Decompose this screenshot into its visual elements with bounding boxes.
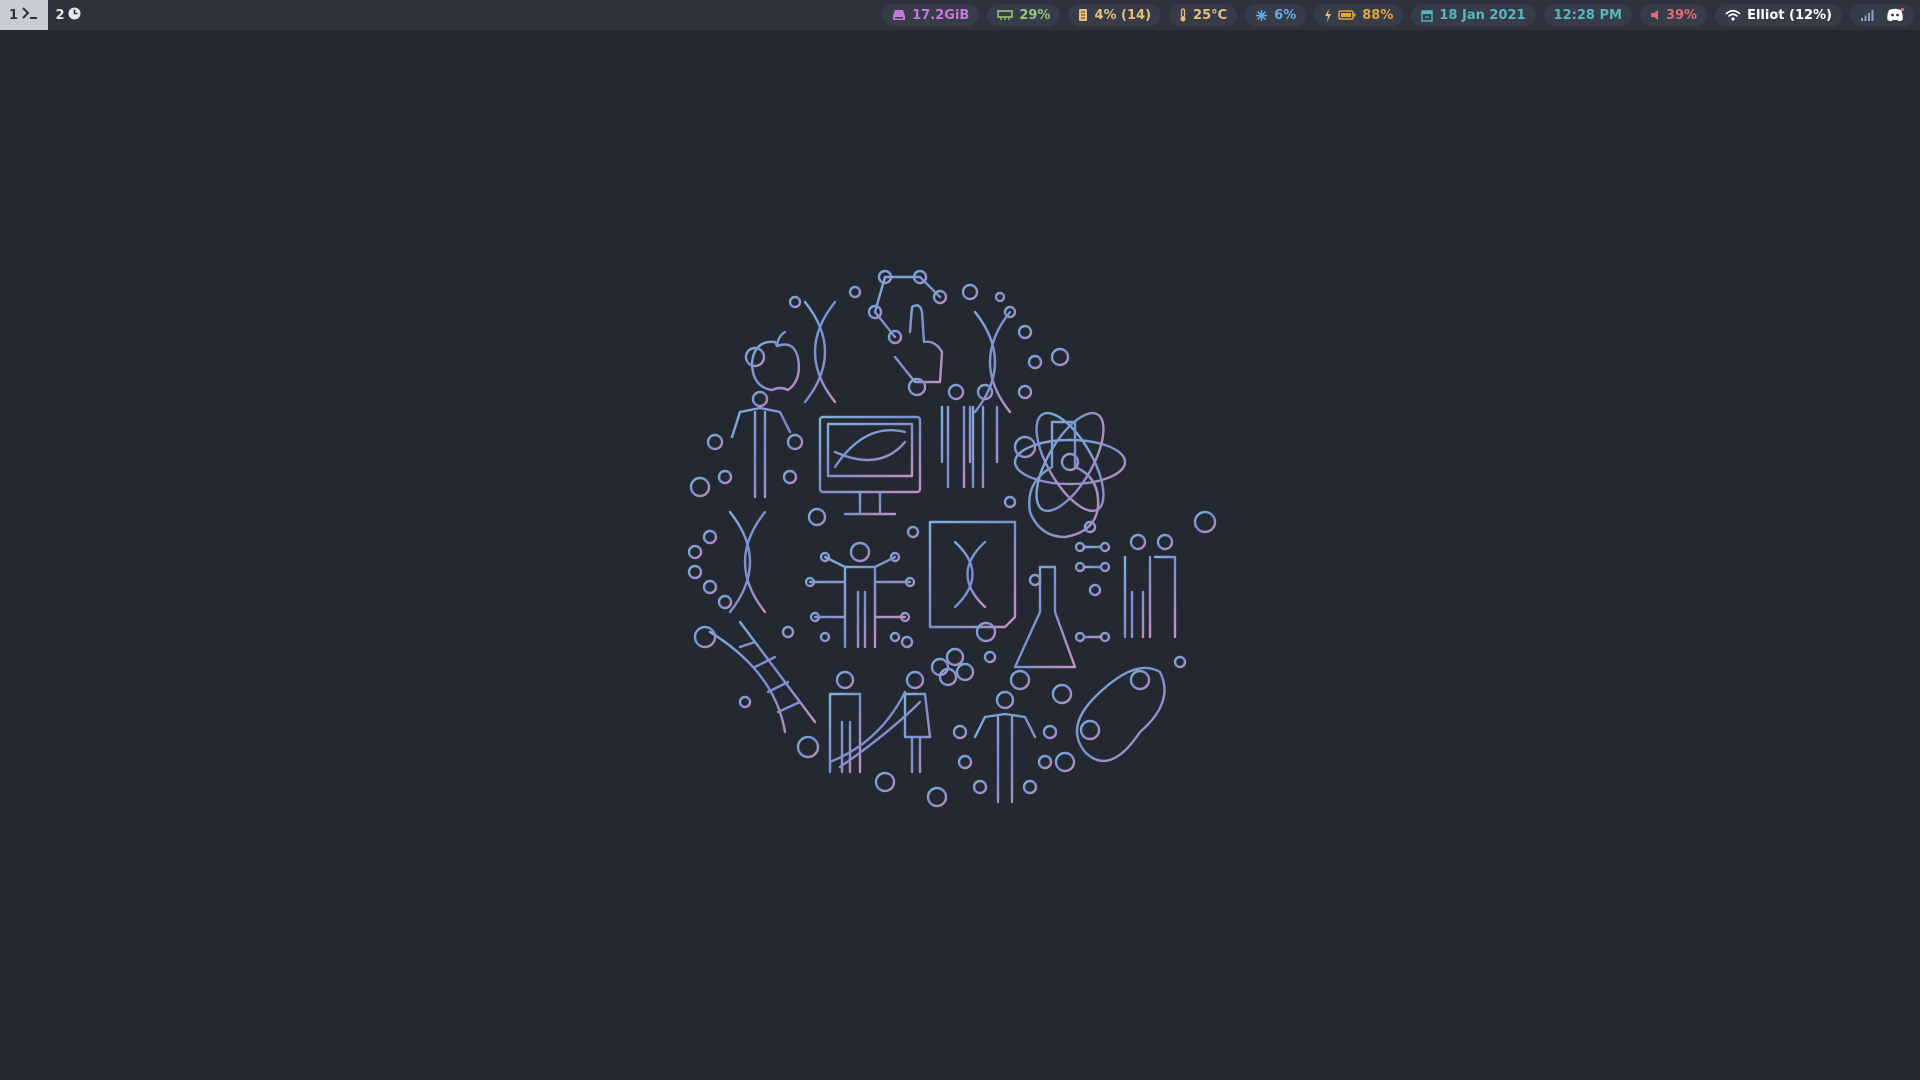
time-value: 12:28 PM [1553, 7, 1622, 23]
disk-icon [892, 9, 906, 21]
disk-module[interactable]: 17.2GiB [882, 4, 980, 26]
battery-icon [1338, 10, 1356, 20]
charging-icon [1324, 8, 1332, 22]
cpu-module[interactable]: 4% (14) [1068, 4, 1162, 26]
workspace-number: 2 [55, 7, 65, 23]
memory-module[interactable]: 29% [987, 4, 1061, 26]
cpu-icon [1078, 8, 1088, 22]
wifi-module[interactable]: Elliot (12%) [1715, 4, 1842, 26]
clock-icon [68, 7, 81, 24]
date-value: 18 Jan 2021 [1439, 7, 1526, 23]
memory-icon [997, 10, 1014, 20]
science-dna-illustration-icon [680, 262, 1240, 822]
temperature-value: 25°C [1193, 7, 1228, 23]
calendar-icon [1421, 9, 1434, 22]
battery-module[interactable]: 88% [1314, 4, 1404, 26]
time-module[interactable]: 12:28 PM [1543, 4, 1632, 26]
volume-module[interactable]: 39% [1639, 4, 1708, 26]
signal-bars-icon[interactable] [1860, 9, 1874, 21]
terminal-icon [21, 6, 39, 24]
cpu-value: 4% (14) [1094, 7, 1152, 23]
wifi-icon [1725, 9, 1741, 21]
workspace-2-button[interactable]: 2 [48, 0, 88, 30]
tray [1850, 4, 1914, 26]
workspace-1-button[interactable]: 1 [0, 0, 48, 30]
fan-value: 6% [1274, 7, 1297, 23]
volume-value: 39% [1665, 7, 1698, 23]
memory-value: 29% [1019, 7, 1051, 23]
discord-icon[interactable] [1886, 8, 1904, 22]
speaker-icon [1650, 9, 1660, 21]
fan-icon [1255, 9, 1268, 22]
thermometer-icon [1179, 8, 1187, 22]
battery-value: 88% [1362, 7, 1394, 23]
date-module[interactable]: 18 Jan 2021 [1411, 4, 1536, 26]
top-bar: 1 2 17.2GiB 29% 4% (14) 25°C 6% 88% 18 J… [0, 0, 1920, 30]
disk-value: 17.2GiB [912, 7, 970, 23]
temperature-module[interactable]: 25°C [1169, 4, 1238, 26]
fan-module[interactable]: 6% [1245, 4, 1307, 26]
workspace-number: 1 [8, 7, 19, 23]
wifi-value: Elliot (12%) [1747, 7, 1832, 23]
